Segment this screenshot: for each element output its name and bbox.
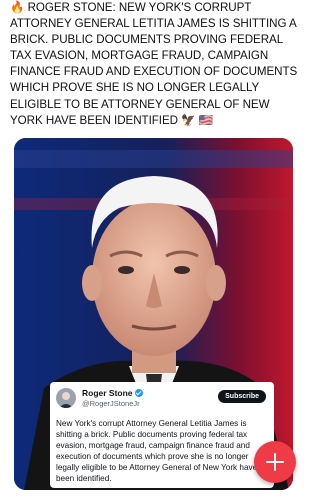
embedded-tweet-body: New York's corrupt Attorney General Leti…	[56, 419, 258, 483]
account-handle[interactable]: @RogerJStoneJr	[82, 399, 140, 408]
eagle-flag-emojis: 🦅 🇺🇸	[181, 113, 214, 127]
subscribe-button[interactable]: Subscribe	[218, 390, 266, 403]
account-name[interactable]: Roger Stone	[82, 388, 143, 398]
avatar-silhouette-icon	[59, 392, 73, 408]
embedded-tweet-header: Roger Stone @RogerJStoneJr Subscribe	[56, 386, 268, 410]
post-photo[interactable]: Roger Stone @RogerJStoneJr Subscribe New…	[14, 138, 293, 490]
post-text: 🔥 ROGER STONE: NEW YORK'S CORRUPT ATTORN…	[10, 0, 300, 129]
verified-badge-icon	[134, 389, 143, 397]
post-body-text: ROGER STONE: NEW YORK'S CORRUPT ATTORNEY…	[10, 1, 298, 127]
avatar[interactable]	[56, 388, 76, 408]
fire-emoji: 🔥	[10, 1, 25, 14]
plus-icon	[266, 453, 284, 471]
embedded-tweet-card[interactable]: Roger Stone @RogerJStoneJr Subscribe New…	[50, 382, 274, 488]
compose-fab-button[interactable]	[254, 441, 296, 483]
